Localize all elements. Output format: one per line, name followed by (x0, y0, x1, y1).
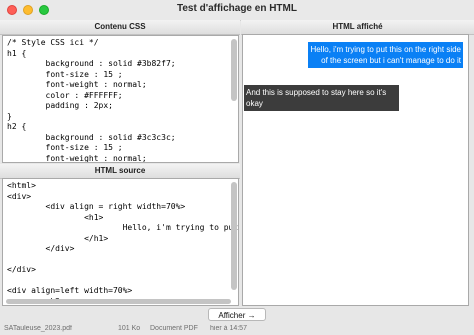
html-source-text[interactable]: <html> <div> <div align = right width=70… (3, 179, 238, 305)
background-file-kind: Document PDF (150, 325, 198, 332)
display-button[interactable]: Afficher → (208, 308, 266, 321)
window-title: Test d'affichage en HTML (177, 3, 297, 14)
preview-h2: And this is supposed to stay here so it'… (244, 85, 399, 111)
css-panel-header: Contenu CSS (0, 20, 240, 35)
source-panel-header: HTML source (0, 164, 240, 179)
html-preview: Hello, i'm trying to put this on the rig… (242, 34, 469, 306)
preview-h1: Hello, i'm trying to put this on the rig… (308, 42, 463, 68)
preview-panel-header: HTML affiché (241, 20, 474, 35)
background-finder-strip: SATauleuse_2023.pdf 101 Ko Document PDF … (0, 325, 474, 335)
source-editor-horizontal-scrollbar[interactable] (6, 299, 231, 304)
css-editor-scrollbar[interactable] (231, 39, 237, 101)
title-bar: Test d'affichage en HTML (0, 0, 474, 21)
css-editor[interactable]: /* Style CSS ici */ h1 { background : so… (2, 35, 239, 163)
source-editor-vertical-scrollbar[interactable] (231, 182, 237, 290)
html-source-editor[interactable]: <html> <div> <div align = right width=70… (2, 178, 239, 306)
background-file-size: 101 Ko (118, 325, 141, 332)
background-file-date: hier à 14:57 (210, 325, 247, 332)
css-code-text[interactable]: /* Style CSS ici */ h1 { background : so… (3, 36, 238, 162)
background-file-name: SATauleuse_2023.pdf (4, 325, 72, 332)
